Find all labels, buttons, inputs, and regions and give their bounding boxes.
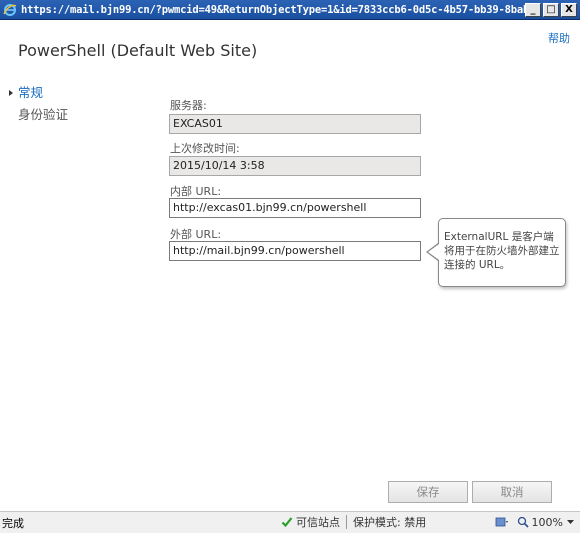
security-zone[interactable]: 可信站点 保护模式: 禁用 xyxy=(281,513,426,531)
internal-url-label: 内部 URL: xyxy=(170,185,222,198)
status-divider xyxy=(346,515,347,529)
close-button[interactable]: X xyxy=(561,2,577,17)
zoom-level[interactable]: 100% xyxy=(532,516,563,529)
tooltip-tail-fill xyxy=(428,244,439,260)
chevron-down-icon[interactable] xyxy=(567,519,574,525)
external-url-tooltip: ExternalURL 是客户端将用于在防火墙外部建立连接的 URL。 xyxy=(438,218,566,287)
server-label: 服务器: xyxy=(170,99,207,112)
zoom-area: 100% xyxy=(495,513,574,531)
protected-mode-label: 保护模式: 禁用 xyxy=(353,516,427,529)
status-text: 完成 xyxy=(2,516,24,530)
last-modified-field: 2015/10/14 3:58 xyxy=(169,156,421,176)
internal-url-input[interactable]: http://excas01.bjn99.cn/powershell xyxy=(169,198,421,218)
nav-item-authentication[interactable]: 身份验证 xyxy=(8,104,68,126)
cancel-button[interactable]: 取消 xyxy=(472,481,552,503)
nav-item-label: 常规 xyxy=(18,85,44,100)
external-url-input[interactable]: http://mail.bjn99.cn/powershell xyxy=(169,241,421,261)
window-title: https://mail.bjn99.cn/?pwmcid=49&ReturnO… xyxy=(21,3,525,16)
zoom-icon[interactable] xyxy=(517,516,529,528)
external-url-label: 外部 URL: xyxy=(170,228,222,241)
ie-icon xyxy=(2,2,18,18)
server-field: EXCAS01 xyxy=(169,114,421,134)
last-modified-label: 上次修改时间: xyxy=(170,142,240,155)
left-nav: 常规 身份验证 xyxy=(8,82,68,126)
window-titlebar: https://mail.bjn99.cn/?pwmcid=49&ReturnO… xyxy=(0,0,580,20)
caret-right-icon xyxy=(9,90,13,96)
page-title: PowerShell (Default Web Site) xyxy=(18,41,258,60)
security-icon[interactable] xyxy=(495,516,509,528)
nav-item-label: 身份验证 xyxy=(18,107,69,122)
help-link[interactable]: 帮助 xyxy=(548,30,570,46)
checkmark-icon xyxy=(281,516,293,528)
nav-item-general[interactable]: 常规 xyxy=(8,82,68,104)
maximize-button[interactable]: □ xyxy=(543,2,559,17)
minimize-button[interactable]: _ xyxy=(525,2,541,17)
save-button[interactable]: 保存 xyxy=(388,481,468,503)
trusted-site-label: 可信站点 xyxy=(296,516,340,529)
